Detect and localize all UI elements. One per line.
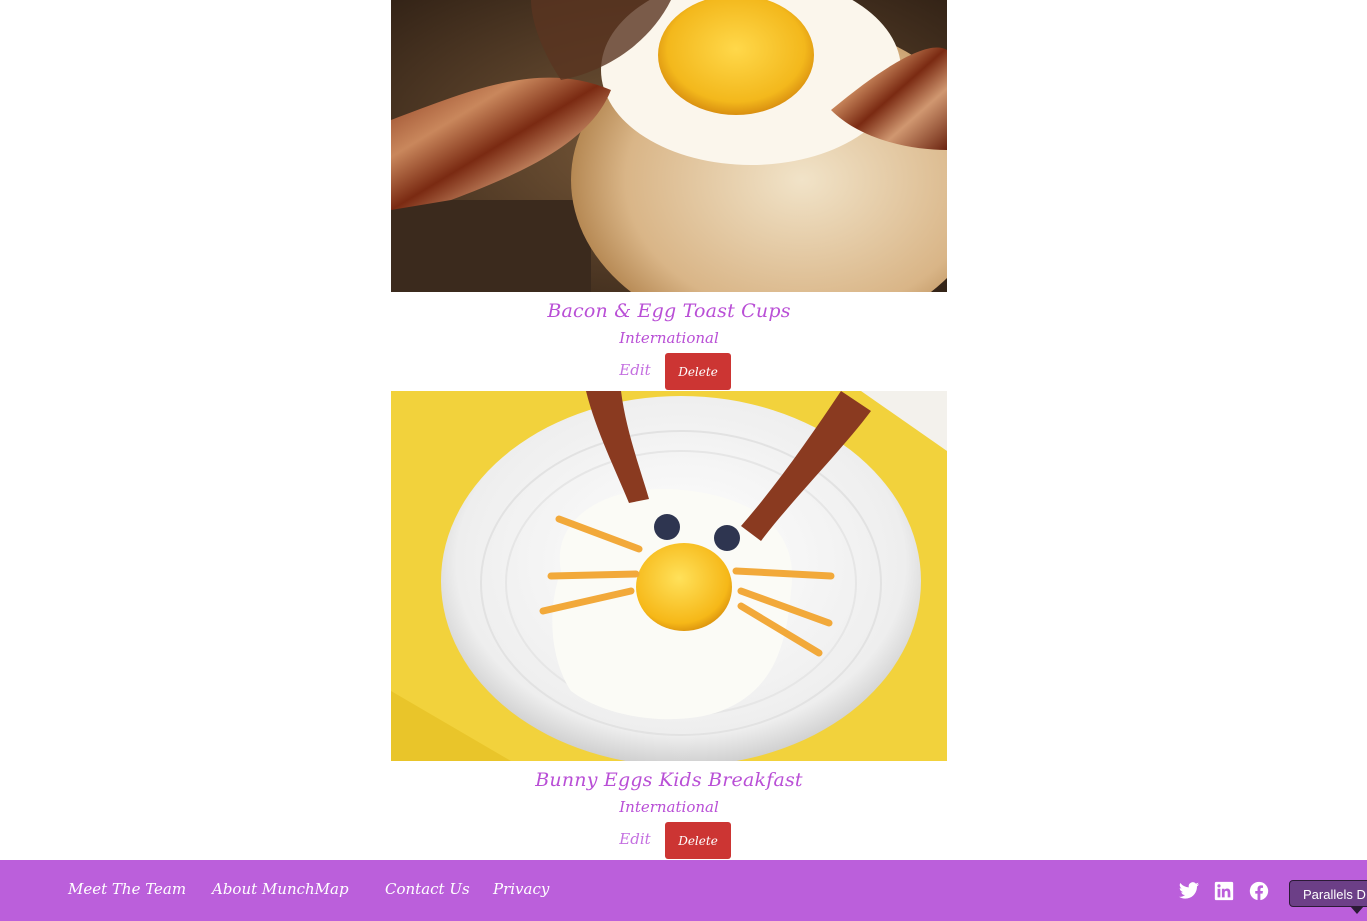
recipe-image-bunny-eggs[interactable]: [391, 391, 947, 761]
recipe-cuisine: International: [619, 798, 719, 816]
facebook-icon[interactable]: [1248, 880, 1270, 902]
footer-link-privacy[interactable]: Privacy: [493, 880, 549, 898]
footer-link-about-munchmap[interactable]: About MunchMap: [212, 880, 349, 898]
linkedin-icon[interactable]: [1213, 880, 1235, 902]
footer-link-contact-us[interactable]: Contact Us: [385, 880, 470, 898]
footer-link-meet-the-team[interactable]: Meet The Team: [68, 880, 186, 898]
footer: Meet The Team About MunchMap Contact Us …: [0, 860, 1367, 921]
recipe-title[interactable]: Bunny Eggs Kids Breakfast: [391, 769, 947, 791]
tooltip-arrow: [1350, 906, 1364, 914]
recipe-photo: [391, 391, 947, 761]
recipe-image-bacon-egg-toast-cups[interactable]: [391, 0, 947, 292]
twitter-icon[interactable]: [1178, 880, 1200, 902]
page: Bacon & Egg Toast Cups International Edi…: [0, 0, 1367, 921]
delete-button[interactable]: Delete: [665, 822, 731, 859]
delete-button[interactable]: Delete: [665, 353, 731, 390]
tooltip: Parallels D: [1289, 880, 1367, 907]
recipe-photo: [391, 0, 947, 292]
recipe-cuisine: International: [619, 329, 719, 347]
edit-button[interactable]: Edit: [610, 830, 660, 848]
recipe-title[interactable]: Bacon & Egg Toast Cups: [391, 300, 947, 322]
edit-button[interactable]: Edit: [610, 361, 660, 379]
